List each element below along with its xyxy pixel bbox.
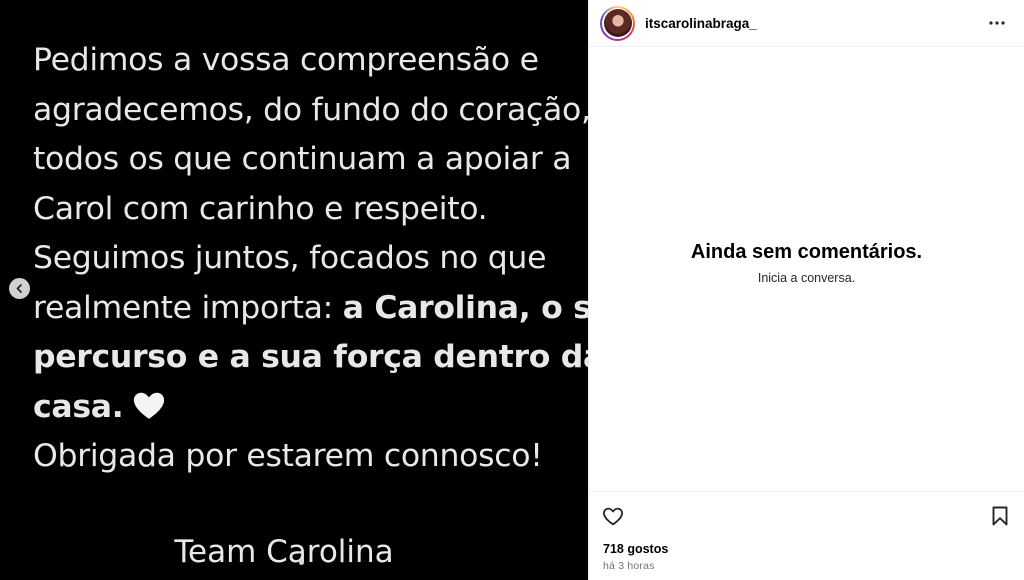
- heart-outline-icon: [603, 507, 623, 526]
- post-text-bold: a Carolina, o seu: [342, 289, 588, 326]
- post-text-line: Pedimos a vossa compreensão e: [33, 42, 539, 78]
- comments-area: Ainda sem comentários. Inicia a conversa…: [589, 47, 1024, 492]
- post-text-line: Seguimos juntos, focados no que: [33, 240, 547, 276]
- carousel-prev-button[interactable]: [9, 278, 30, 299]
- story-ring[interactable]: [600, 5, 635, 41]
- post-text-normal: realmente importa:: [33, 289, 343, 326]
- post-text-line: agradecemos, do fundo do coração,: [33, 91, 588, 128]
- white-heart-icon: [131, 387, 167, 423]
- avatar[interactable]: [603, 9, 632, 37]
- post-text-line: todos os que continuam a apoiar a: [33, 141, 572, 177]
- post-text-line: Obrigada por estarem connosco!: [33, 438, 543, 474]
- empty-comments-title: Ainda sem comentários.: [690, 241, 923, 263]
- more-options-button[interactable]: [984, 10, 1010, 36]
- likes-count[interactable]: 718 gostos: [589, 541, 1024, 557]
- post-signature: Team Carolina: [174, 534, 394, 570]
- post-text-line: Carol com carinho e respeito.: [33, 190, 488, 227]
- more-horizontal-icon: [989, 21, 1005, 25]
- post-text-bold: casa.: [33, 388, 124, 425]
- post-modal: Pedimos a vossa compreensão e agradecemo…: [0, 0, 1024, 580]
- carousel-indicator-dot: [299, 560, 304, 565]
- avatar-border: [602, 7, 633, 39]
- like-button[interactable]: [601, 504, 625, 528]
- post-timestamp[interactable]: há 3 horas: [589, 559, 1024, 573]
- post-header: itscarolinabraga_: [589, 0, 1024, 47]
- action-bar: [589, 492, 1024, 540]
- post-sidebar: itscarolinabraga_ Ainda sem comentários.…: [588, 0, 1024, 580]
- post-media: Pedimos a vossa compreensão e agradecemo…: [0, 0, 588, 580]
- save-button[interactable]: [988, 504, 1012, 528]
- post-text-line: percurso e a sua força dentro da: [33, 339, 588, 375]
- post-image-text: Pedimos a vossa compreensão e agradecemo…: [33, 36, 588, 482]
- bookmark-icon: [992, 506, 1008, 526]
- post-text-line: casa.: [33, 383, 588, 433]
- chevron-left-icon: [16, 284, 22, 293]
- post-text-line: realmente importa: a Carolina, o seu: [33, 284, 588, 334]
- username-link[interactable]: itscarolinabraga_: [645, 16, 984, 31]
- empty-comments-subtitle: Inicia a conversa.: [757, 271, 856, 285]
